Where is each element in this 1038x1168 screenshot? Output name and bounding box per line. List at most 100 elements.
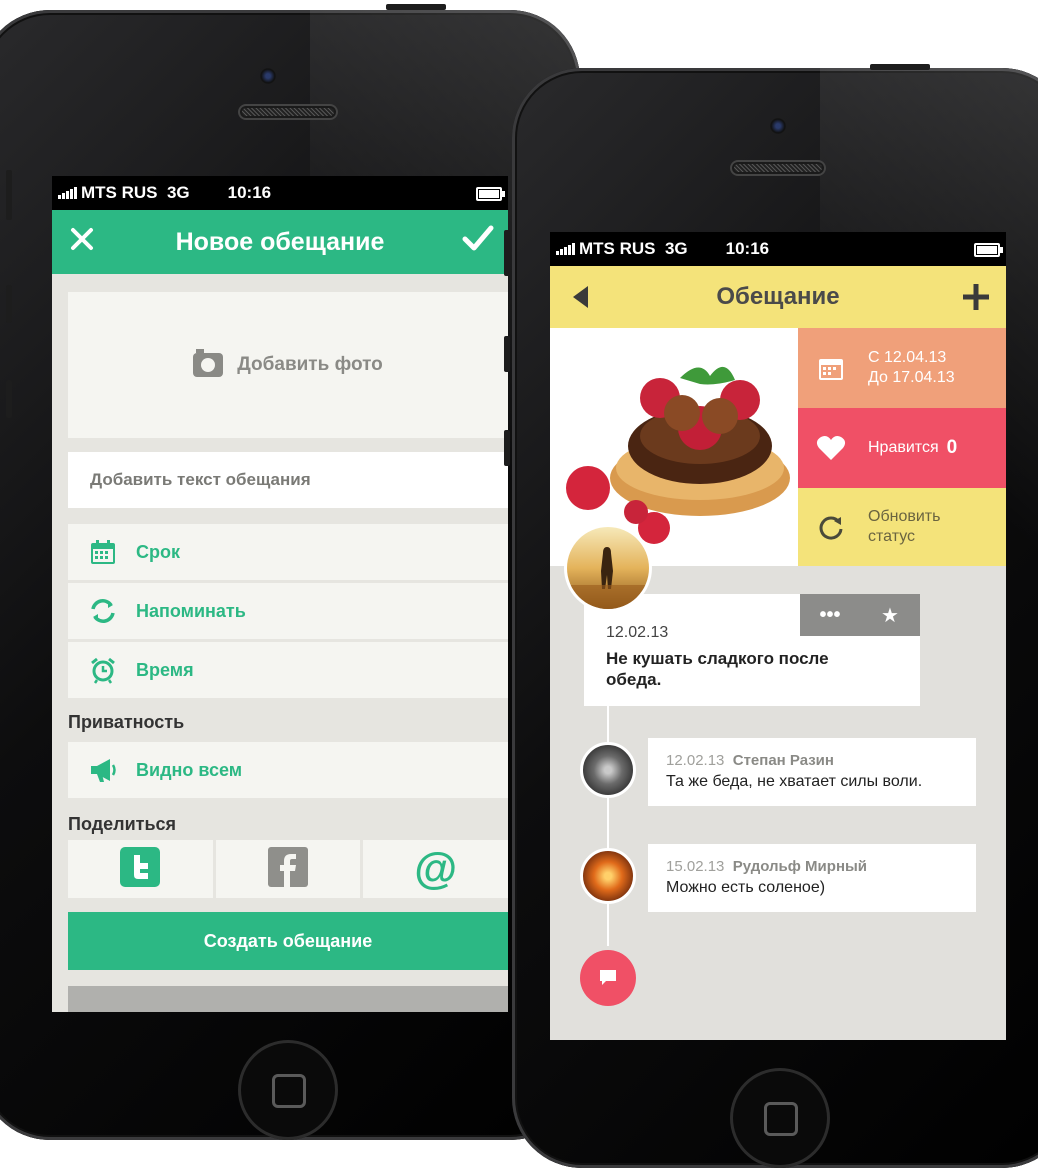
right-phone-top-button <box>870 64 930 70</box>
like-tile[interactable]: Нравится 0 <box>798 408 1006 488</box>
date-to: До 17.04.13 <box>868 369 955 386</box>
comment-date: 12.02.13 <box>666 752 725 769</box>
right-phone-side-button-1 <box>504 230 510 276</box>
comment-text: Та же беда, не хватает силы воли. <box>666 773 923 790</box>
comment-avatar[interactable] <box>580 742 636 798</box>
privacy-label: Видно всем <box>136 759 243 780</box>
promise-body: С 12.04.13 До 17.04.13 Нравится 0 Обнови… <box>550 328 1006 1040</box>
share-section-title: Поделиться <box>68 814 177 834</box>
more-dots-icon[interactable]: ••• <box>800 604 860 627</box>
comment-avatar[interactable] <box>580 848 636 904</box>
chat-bubble-icon <box>598 968 618 989</box>
share-row: @ <box>68 840 508 898</box>
right-phone-side-button-2 <box>504 336 510 372</box>
back-arrow-icon[interactable] <box>550 284 610 310</box>
twitter-icon <box>120 846 161 892</box>
option-label: Срок <box>136 541 180 562</box>
dates-tile[interactable]: С 12.04.13 До 17.04.13 <box>798 328 1006 408</box>
comment-meta: 15.02.13 Рудольф Мирный <box>666 858 958 875</box>
like-label: Нравится <box>868 439 939 456</box>
time-label: 10:16 <box>725 239 770 258</box>
date-from: С 12.04.13 <box>868 349 947 366</box>
calendar-icon <box>88 537 118 567</box>
right-screen: MTS RUS 3G 10:16 Обещание С 12.04.13 До … <box>550 232 1006 1040</box>
right-phone-speaker <box>730 160 826 176</box>
facebook-icon <box>268 846 308 892</box>
left-phone-volume-down <box>6 380 12 418</box>
update-status-text: Обновить статус <box>868 507 940 547</box>
update-status-line2: статус <box>868 528 916 545</box>
carrier-label: MTS RUS <box>81 183 158 202</box>
add-photo-button[interactable]: Добавить фото <box>68 292 508 438</box>
like-count: 0 <box>946 437 958 458</box>
promise-text-input[interactable] <box>68 452 508 508</box>
left-phone-volume-up <box>6 285 12 323</box>
update-status-tile[interactable]: Обновить статус <box>798 488 1006 566</box>
form-body: Добавить фото Срок Напоминать Время Прив… <box>52 274 508 1012</box>
right-phone-camera <box>770 118 786 134</box>
option-time[interactable]: Время <box>68 642 508 698</box>
page-title: Новое обещание <box>175 227 385 256</box>
avatar-image <box>567 527 649 609</box>
comment-author[interactable]: Рудольф Мирный <box>733 858 867 875</box>
left-phone-camera <box>260 68 276 84</box>
repeat-icon <box>88 596 118 626</box>
author-avatar[interactable] <box>564 524 652 612</box>
privacy-option[interactable]: Видно всем <box>68 742 508 798</box>
close-icon[interactable] <box>52 225 112 259</box>
carrier-label: MTS RUS <box>579 239 656 258</box>
option-remind[interactable]: Напоминать <box>68 583 508 639</box>
refresh-icon <box>816 512 846 542</box>
card-actions: ••• ★ <box>800 594 920 636</box>
right-phone-side-button-3 <box>504 430 510 466</box>
add-photo-label: Добавить фото <box>237 354 383 375</box>
network-label: 3G <box>166 183 190 202</box>
megaphone-icon <box>88 755 118 785</box>
signal-icon <box>58 187 77 199</box>
signal-icon <box>556 243 575 255</box>
status-bar: MTS RUS 3G 10:16 <box>52 176 508 210</box>
share-email-button[interactable]: @ <box>363 840 508 898</box>
comment-date: 15.02.13 <box>666 858 725 875</box>
create-promise-button[interactable]: Создать обещание <box>68 912 508 970</box>
comment-meta: 12.02.13 Степан Разин <box>666 752 958 769</box>
star-icon[interactable]: ★ <box>860 603 920 628</box>
status-bar: MTS RUS 3G 10:16 <box>550 232 1006 266</box>
network-label: 3G <box>664 239 688 258</box>
battery-icon <box>476 187 505 201</box>
comment-item: 12.02.13 Степан Разин Та же беда, не хва… <box>648 738 976 806</box>
comment-item: 15.02.13 Рудольф Мирный Можно есть солен… <box>648 844 976 912</box>
page-title: Обещание <box>716 283 840 310</box>
plus-icon[interactable] <box>946 282 1006 312</box>
privacy-section-title: Приватность <box>68 712 185 732</box>
right-phone-home-button[interactable] <box>730 1068 830 1168</box>
battery-icon <box>974 243 1003 257</box>
camera-icon <box>193 349 224 377</box>
promise-text: Не кушать сладкого после обеда. <box>606 649 829 689</box>
option-label: Напоминать <box>136 600 246 621</box>
at-sign-icon: @ <box>414 844 458 893</box>
share-twitter-button[interactable] <box>68 840 213 898</box>
time-label: 10:16 <box>227 183 272 202</box>
left-phone-home-button[interactable] <box>238 1040 338 1140</box>
secondary-button[interactable] <box>68 986 508 1012</box>
add-comment-button[interactable] <box>580 950 636 1006</box>
comment-author[interactable]: Степан Разин <box>733 752 834 769</box>
left-phone-speaker <box>238 104 338 120</box>
update-status-line1: Обновить <box>868 508 941 525</box>
promise-date: 12.02.13 <box>606 624 669 641</box>
checkmark-icon[interactable] <box>448 224 508 260</box>
left-phone-side-button <box>6 170 12 220</box>
left-screen: MTS RUS 3G 10:16 Новое обещание Добавить… <box>52 176 508 1012</box>
dates-text: С 12.04.13 До 17.04.13 <box>868 348 955 388</box>
alarm-clock-icon <box>88 655 118 685</box>
header-bar: Новое обещание <box>52 210 508 274</box>
left-phone-top-button <box>386 4 446 10</box>
option-label: Время <box>136 659 194 680</box>
share-facebook-button[interactable] <box>215 840 361 898</box>
heart-icon <box>816 433 846 463</box>
option-deadline[interactable]: Срок <box>68 524 508 580</box>
header-bar: Обещание <box>550 266 1006 328</box>
comment-text: Можно есть соленое) <box>666 879 826 896</box>
promise-card: ••• ★ 12.02.13 Не кушать сладкого после … <box>584 594 920 706</box>
